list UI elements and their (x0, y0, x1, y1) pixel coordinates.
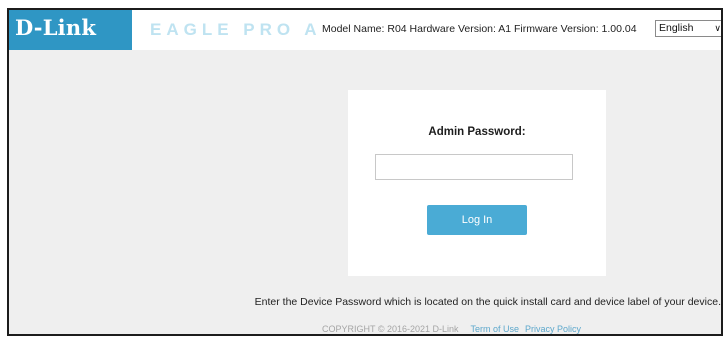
password-hint: Enter the Device Password which is locat… (254, 296, 721, 308)
admin-password-label: Admin Password: (428, 126, 526, 138)
login-button[interactable]: Log In (427, 205, 527, 235)
dlink-logo: D-Link (9, 10, 132, 50)
admin-password-input[interactable] (375, 154, 573, 180)
language-value: English (659, 22, 694, 34)
header-bar: D-Link EAGLE PRO AI Model Name: R04 Hard… (9, 10, 721, 50)
footer: COPYRIGHT © 2016-2021 D-Link Term of Use P… (322, 324, 581, 334)
privacy-policy-link[interactable]: Privacy Policy (525, 324, 581, 334)
model-info: Model Name: R04 Hardware Version: A1 Fir… (322, 23, 637, 35)
chevron-down-icon: ∨ (714, 23, 721, 33)
terms-of-use-link[interactable]: Term of Use (471, 324, 520, 334)
product-name: EAGLE PRO AI (150, 20, 318, 39)
language-select[interactable]: English ∨ (655, 20, 721, 37)
browser-frame: D-Link EAGLE PRO AI Model Name: R04 Hard… (7, 8, 723, 336)
copyright-text: COPYRIGHT © 2016-2021 D-Link (322, 324, 459, 334)
login-card: Admin Password: Log In (348, 90, 606, 276)
